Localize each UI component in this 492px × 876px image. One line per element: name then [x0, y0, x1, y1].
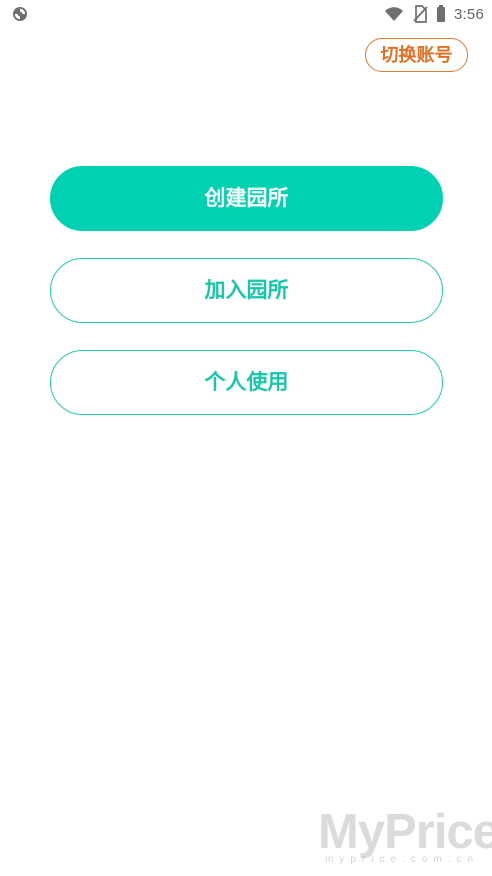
- watermark-main-text: MyPrice: [318, 805, 492, 859]
- status-time: 3:56: [454, 5, 484, 23]
- join-kindergarten-button[interactable]: 加入园所: [50, 258, 443, 323]
- wifi-icon: [385, 7, 403, 21]
- no-sim-icon: [413, 5, 428, 23]
- create-kindergarten-button[interactable]: 创建园所: [50, 166, 443, 231]
- switch-account-button[interactable]: 切换账号: [365, 38, 468, 72]
- personal-use-button[interactable]: 个人使用: [50, 350, 443, 415]
- battery-icon: [437, 5, 445, 22]
- status-icons: 3:56: [384, 4, 484, 24]
- status-bar: 3:56: [0, 0, 492, 28]
- app-status-icon: [13, 7, 27, 21]
- app-screen: 3:56 切换账号 创建园所 加入园所 个人使用 MyPrice myprice…: [0, 0, 492, 876]
- watermark: MyPrice myprice.com.cn: [318, 805, 492, 868]
- watermark-sub-text: myprice.com.cn: [325, 854, 480, 865]
